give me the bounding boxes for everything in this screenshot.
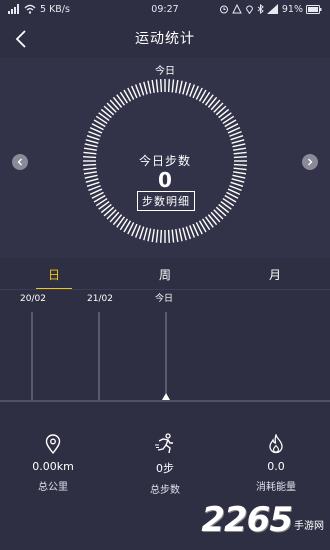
tab-day[interactable]: 日 (24, 258, 84, 290)
dial-tick (86, 134, 100, 141)
stat-distance: 0.00km 总公里 (8, 432, 98, 493)
next-day-button[interactable] (302, 154, 318, 170)
dial-tick (138, 226, 145, 240)
step-timeline-chart[interactable]: 20/02 21/02 今日 (0, 290, 330, 410)
dial-tick (147, 228, 152, 242)
dial-tick (171, 229, 175, 243)
dial-tick (134, 225, 141, 238)
dial-tick (182, 81, 187, 95)
watermark-logo: 2265 手游网 (201, 500, 324, 540)
dial-top-label: 今日 (155, 66, 175, 77)
dial-tick (83, 147, 97, 151)
chevron-left-icon (17, 158, 22, 166)
chevron-left-icon (15, 30, 26, 48)
dial-tick (138, 82, 145, 96)
tab-month[interactable]: 月 (245, 258, 305, 290)
dial-tick (160, 229, 163, 243)
dial-tick (160, 79, 163, 93)
dial-tick (167, 229, 170, 243)
distance-value: 0.00km (32, 460, 74, 473)
step-dial-section: 今日 今日步数 0 步数明细 (0, 58, 330, 258)
dial-tick (167, 79, 170, 93)
stat-energy: 0.0 消耗能量 (231, 432, 321, 493)
step-count: 0 (158, 168, 172, 192)
timeline-label-today: 今日 (155, 292, 173, 304)
distance-label: 总公里 (38, 482, 68, 493)
dial-tick (229, 130, 242, 137)
dial-tick (233, 147, 247, 151)
dial-tick (185, 82, 192, 96)
dial-tick (178, 80, 183, 94)
nav-bar: 运动统计 (0, 18, 330, 58)
dial-tick (175, 79, 179, 93)
dial-tick (155, 79, 159, 93)
dial-tick (143, 81, 148, 95)
dial-tick (178, 228, 183, 242)
flame-icon (231, 432, 321, 456)
steps-value: 0步 (156, 462, 174, 475)
energy-label: 消耗能量 (256, 482, 296, 493)
chevron-right-icon (308, 158, 313, 166)
dial-tick (85, 139, 99, 144)
dial-tick (147, 80, 152, 94)
dial-tick (189, 225, 196, 238)
dial-tick (134, 84, 141, 97)
previous-day-button[interactable] (12, 154, 28, 170)
dial-tick (171, 79, 175, 93)
steps-label: 总步数 (150, 485, 180, 496)
running-person-icon (120, 432, 210, 456)
dial-tick (232, 143, 246, 148)
dial-tick (231, 139, 245, 144)
current-day-marker (162, 393, 170, 400)
back-button[interactable] (8, 26, 34, 52)
stat-steps: 0步 总步数 (120, 432, 210, 496)
watermark-site: 手游网 (294, 521, 324, 532)
dial-tick (189, 84, 196, 97)
dial-tick (151, 79, 155, 93)
watermark-number: 2265 (201, 500, 293, 540)
dial-tick (155, 229, 159, 243)
dial-tick (175, 229, 179, 243)
energy-value: 0.0 (267, 460, 285, 473)
timeline-label-21-02: 21/02 (87, 294, 113, 304)
page-title: 运动统计 (135, 31, 195, 47)
dial-tick (84, 143, 98, 148)
step-detail-button[interactable]: 步数明细 (137, 191, 195, 211)
timeline-label-20-02: 20/02 (20, 294, 46, 304)
step-dial: 今日步数 0 (80, 76, 250, 246)
tab-week[interactable]: 周 (135, 258, 195, 290)
status-bar: 5 KB/s 09:27 91% (0, 0, 330, 18)
dial-tick (88, 130, 101, 137)
dial-label: 今日步数 (138, 154, 191, 168)
stats-row: 0.00km 总公里 0步 总步数 0.0 消耗能量 (0, 432, 330, 502)
dial-tick (143, 227, 148, 241)
period-tabs: 日 周 月 (0, 258, 330, 290)
dial-tick (185, 226, 192, 240)
status-time: 09:27 (151, 3, 179, 15)
dial-tick (230, 134, 244, 141)
location-pin-icon (8, 432, 98, 456)
dial-tick (151, 229, 155, 243)
dial-tick (182, 227, 187, 241)
